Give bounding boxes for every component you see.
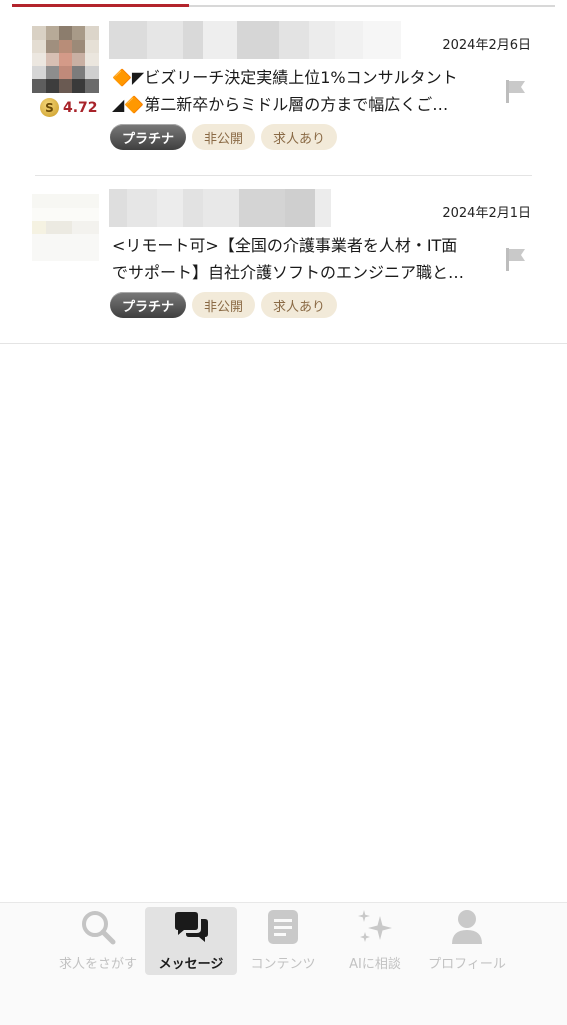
tab-profile[interactable]: プロフィール [421,907,513,975]
tag-has-jobs: 求人あり [261,292,338,318]
sender-name-redacted [109,21,401,59]
tab-indicator-track [12,4,555,7]
flag-icon[interactable] [503,246,529,272]
flag-icon[interactable] [503,78,529,104]
message-title-line: 🔶◤ビズリーチ決定実績上位1%コンサルタント [112,68,458,87]
message-list-item[interactable]: S 4.72 2024年2月6日 🔶◤ビズリーチ決定実績上位1%コンサルタント … [0,18,567,176]
tab-label: コンテンツ [250,957,316,972]
sender-name-redacted [109,189,331,227]
tab-label: 求人をさがす [58,957,137,972]
message-title-line: <リモート可>【全国の介護事業者を人材・IT面 [112,236,458,255]
search-icon [82,911,116,945]
rank-badge: S [40,98,59,117]
tag-list: プラチナ 非公開 求人あり [110,124,338,150]
person-icon [452,910,482,944]
divider [35,175,532,176]
document-icon [268,910,298,944]
tag-has-jobs: 求人あり [261,124,338,150]
tag-private: 非公開 [192,124,256,150]
tab-contents[interactable]: コンテンツ [237,907,329,975]
tab-search-jobs[interactable]: 求人をさがす [52,907,144,975]
tab-label: メッセージ [158,957,224,972]
rating: S 4.72 [40,98,98,117]
message-title: <リモート可>【全国の介護事業者を人材・IT面 でサポート】自社介護ソフトのエン… [112,232,487,286]
avatar [32,194,99,261]
sparkle-icon [358,910,392,942]
message-title: 🔶◤ビズリーチ決定実績上位1%コンサルタント ◢🔶第二新卒からミドル層の方まで幅… [112,64,487,118]
list-end-divider [0,343,567,344]
bottom-tab-bar: 求人をさがす メッセージ コンテンツ AIに相談 プロフィール [0,902,567,1025]
tag-platinum: プラチナ [110,124,187,150]
message-title-line: ◢🔶第二新卒からミドル層の方まで幅広くご… [112,95,449,114]
tag-private: 非公開 [192,292,256,318]
tab-indicator-active [12,4,189,7]
tab-messages[interactable]: メッセージ [145,907,237,975]
tag-list: プラチナ 非公開 求人あり [110,292,338,318]
tab-ai-consult[interactable]: AIに相談 [329,907,421,975]
message-date: 2024年2月1日 [442,206,531,221]
message-date: 2024年2月6日 [442,38,531,53]
chat-bubbles-icon [175,912,208,942]
tab-label: AIに相談 [349,957,401,972]
avatar [32,26,99,93]
tab-label: プロフィール [428,957,506,972]
message-list-item[interactable]: 2024年2月1日 <リモート可>【全国の介護事業者を人材・IT面 でサポート】… [0,186,567,344]
tag-platinum: プラチナ [110,292,187,318]
rating-value: 4.72 [63,99,98,116]
message-title-line: でサポート】自社介護ソフトのエンジニア職と… [112,263,465,282]
